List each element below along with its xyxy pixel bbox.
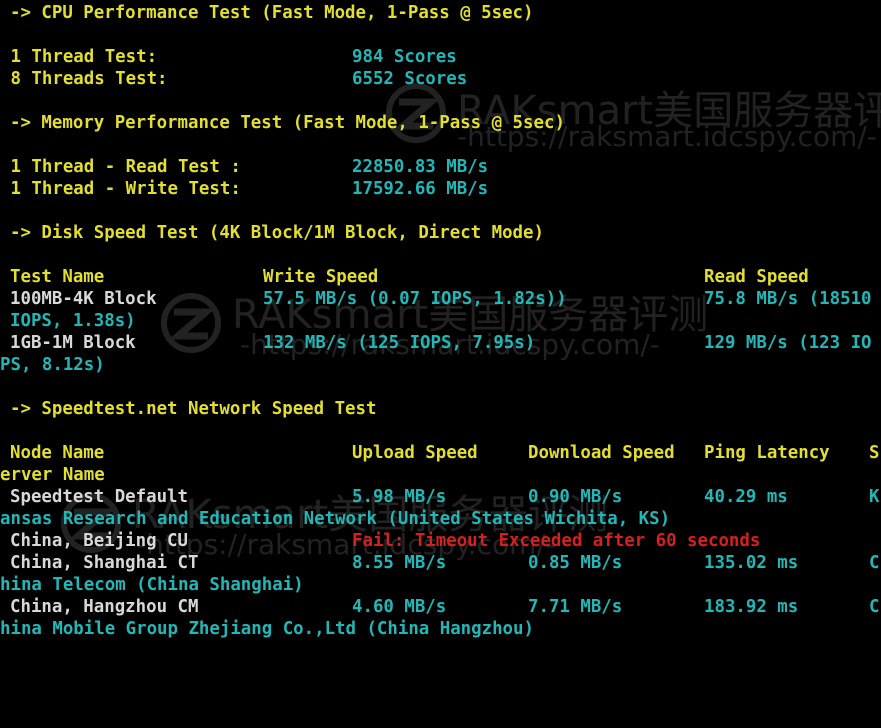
network-row-server-wrap: ansas Research and Education Network (Un… <box>0 509 671 529</box>
network-row-server-start: C <box>869 553 880 573</box>
disk-row-read: 129 MB/s (123 IO <box>704 333 872 353</box>
network-row-2: China, Beijing CU Fail: Timeout Exceeded… <box>0 530 760 552</box>
disk-row-write: 132 MB/s (125 IOPS, 7.95s) <box>263 333 536 353</box>
disk-col-write: Write Speed <box>263 267 379 287</box>
disk-section-header: -> Disk Speed Test (4K Block/1M Block, D… <box>0 222 544 244</box>
cpu-row-value: 984 Scores <box>352 47 457 67</box>
memory-row-value: 22850.83 MB/s <box>352 157 489 177</box>
network-col-ping: Ping Latency <box>704 443 830 463</box>
disk-row-wrap: PS, 8.12s) <box>0 355 105 375</box>
disk-row-1-wrap: IOPS, 1.38s) <box>0 310 136 332</box>
network-row-ping: 135.02 ms <box>704 553 799 573</box>
disk-row-2-wrap: PS, 8.12s) <box>0 354 105 376</box>
disk-row-name: 100MB-4K Block <box>10 289 157 309</box>
network-table-header: Node Name Upload Speed Download Speed Pi… <box>0 442 879 464</box>
memory-row-label: 1 Thread - Write Test: <box>0 179 241 199</box>
network-row-upload: 4.60 MB/s <box>352 597 447 617</box>
network-row-node: China, Shanghai CT <box>10 553 199 573</box>
network-section-header: -> Speedtest.net Network Speed Test <box>0 398 376 420</box>
network-row-node: China, Hangzhou CM <box>10 597 199 617</box>
cpu-row-label: 1 Thread Test: <box>0 47 158 67</box>
disk-row-name: 1GB-1M Block <box>10 333 136 353</box>
network-col-server-start: S <box>869 443 880 463</box>
cpu-row-value: 6552 Scores <box>352 69 468 89</box>
memory-row-2: 1 Thread - Write Test: 17592.66 MB/s <box>0 178 488 200</box>
disk-table-header: Test Name Write Speed Read Speed <box>0 266 809 288</box>
network-row-3-wrap: hina Telecom (China Shanghai) <box>0 574 304 596</box>
watermark-logo-icon <box>161 293 221 353</box>
network-row-4-wrap: hina Mobile Group Zhejiang Co.,Ltd (Chin… <box>0 618 534 640</box>
network-row-node: Speedtest Default <box>10 487 188 507</box>
network-row-ping: 40.29 ms <box>704 487 788 507</box>
network-row-1-wrap: ansas Research and Education Network (Un… <box>0 508 670 530</box>
network-row-download: 0.90 MB/s <box>528 487 623 507</box>
network-table-header-wrap: erver Name <box>0 464 105 486</box>
disk-header: -> Disk Speed Test (4K Block/1M Block, D… <box>10 223 544 243</box>
network-row-server-wrap: hina Mobile Group Zhejiang Co.,Ltd (Chin… <box>0 619 534 639</box>
network-row-upload: 5.98 MB/s <box>352 487 447 507</box>
cpu-header: -> CPU Performance Test (Fast Mode, 1-Pa… <box>10 3 534 23</box>
cpu-section-header: -> CPU Performance Test (Fast Mode, 1-Pa… <box>0 2 534 24</box>
cpu-row-1: 1 Thread Test: 984 Scores <box>0 46 456 68</box>
network-row-server-wrap: hina Telecom (China Shanghai) <box>0 575 304 595</box>
network-row-fail: Fail: Timeout Exceeded after 60 seconds <box>352 531 761 551</box>
network-row-1: Speedtest Default 5.98 MB/s 0.90 MB/s 40… <box>0 486 879 508</box>
network-row-upload: 8.55 MB/s <box>352 553 447 573</box>
network-col-download: Download Speed <box>528 443 675 463</box>
network-row-node: China, Beijing CU <box>10 531 188 551</box>
network-row-download: 0.85 MB/s <box>528 553 623 573</box>
disk-col-name: Test Name <box>10 267 105 287</box>
network-col-node: Node Name <box>10 443 105 463</box>
cpu-row-label: 8 Threads Test: <box>0 69 168 89</box>
network-row-server-start: K <box>869 487 880 507</box>
disk-row-wrap: IOPS, 1.38s) <box>10 311 136 331</box>
network-row-download: 7.71 MB/s <box>528 597 623 617</box>
memory-row-1: 1 Thread - Read Test : 22850.83 MB/s <box>0 156 488 178</box>
network-col-server-wrap: erver Name <box>0 465 105 485</box>
memory-row-label: 1 Thread - Read Test : <box>0 157 241 177</box>
cpu-row-2: 8 Threads Test: 6552 Scores <box>0 68 467 90</box>
network-row-server-start: C <box>869 597 880 617</box>
disk-row-2: 1GB-1M Block 132 MB/s (125 IOPS, 7.95s) … <box>0 332 872 354</box>
memory-header: -> Memory Performance Test (Fast Mode, 1… <box>10 113 565 133</box>
network-header: -> Speedtest.net Network Speed Test <box>10 399 377 419</box>
network-row-3: China, Shanghai CT 8.55 MB/s 0.85 MB/s 1… <box>0 552 879 574</box>
disk-col-read: Read Speed <box>704 267 809 287</box>
memory-row-value: 17592.66 MB/s <box>352 179 489 199</box>
disk-row-1: 100MB-4K Block 57.5 MB/s (0.07 IOPS, 1.8… <box>0 288 872 310</box>
network-row-ping: 183.92 ms <box>704 597 799 617</box>
network-col-upload: Upload Speed <box>352 443 478 463</box>
network-row-4: China, Hangzhou CM 4.60 MB/s 7.71 MB/s 1… <box>0 596 879 618</box>
disk-row-write: 57.5 MB/s (0.07 IOPS, 1.82s)) <box>263 289 567 309</box>
memory-section-header: -> Memory Performance Test (Fast Mode, 1… <box>0 112 565 134</box>
disk-row-read: 75.8 MB/s (18510 <box>704 289 872 309</box>
